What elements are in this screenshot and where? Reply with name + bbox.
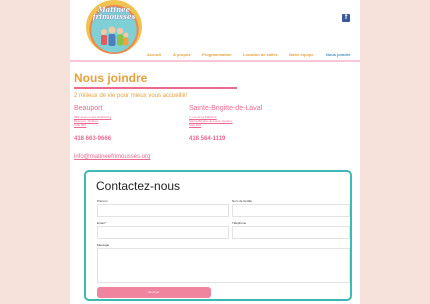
nav-item-a-propos[interactable]: À propos [173,52,191,57]
nav-divider [70,60,360,62]
last-name-label: Nom de famille [232,199,253,203]
contact-email-link[interactable]: info@matineefrimousses.org [74,154,150,160]
first-name-label: Prénom [97,199,108,203]
page-title: Nous joindre [74,71,148,85]
nav-item-notre-equipe[interactable]: Notre équipe [289,52,313,57]
email-input[interactable] [97,226,229,239]
title-underline [74,87,237,89]
page-subtitle: 2 milieux de vie pour mieux vous accueil… [74,93,188,99]
address-sainte-brigitte[interactable]: 7, rue de la Patinoire Sainte-Brigitte-d… [189,115,233,127]
facebook-icon[interactable]: f [342,14,350,22]
address-line: G1E 6R1 [74,123,87,127]
logo-text: Matinée frimousses [86,6,142,20]
message-label: Message [97,243,110,247]
main-nav: Accueil À propos Programmation Location … [70,52,360,60]
address-line: G0A 3K0 [189,123,202,127]
page-container: Matinée frimousses f Accueil À propos Pr… [70,0,360,304]
submit-button[interactable]: Envoyer [97,287,211,298]
contact-form: Contactez-nous Prénom Nom de famille Ema… [84,170,352,301]
message-textarea[interactable] [97,248,350,283]
logo-text-line2: frimousses [92,12,136,21]
phone-sainte-brigitte[interactable]: 418 564-1119 [189,136,225,142]
first-name-input[interactable] [97,204,229,217]
address-beauport[interactable]: 555, avenue des Hôtelleries Beauport, Qu… [74,115,111,127]
phone-input[interactable] [232,226,350,239]
last-name-input[interactable] [232,204,350,217]
site-logo[interactable]: Matinée frimousses [86,0,142,54]
nav-item-nous-joindre[interactable]: Nous joindre [326,52,350,57]
nav-item-accueil[interactable]: Accueil [147,52,161,57]
phone-label: Téléphone [232,221,247,225]
nav-item-programmation[interactable]: Programmation [202,52,232,57]
form-title: Contactez-nous [96,179,181,193]
location-title-sainte-brigitte: Sainte-Brigitte-de-Laval [189,105,263,112]
phone-beauport[interactable]: 418 663-9666 [74,136,111,142]
nav-item-location-de-salles[interactable]: Location de salles [243,52,278,57]
email-label: Email * [97,221,107,225]
location-title-beauport: Beauport [74,105,103,112]
family-illustration-icon [101,26,129,46]
